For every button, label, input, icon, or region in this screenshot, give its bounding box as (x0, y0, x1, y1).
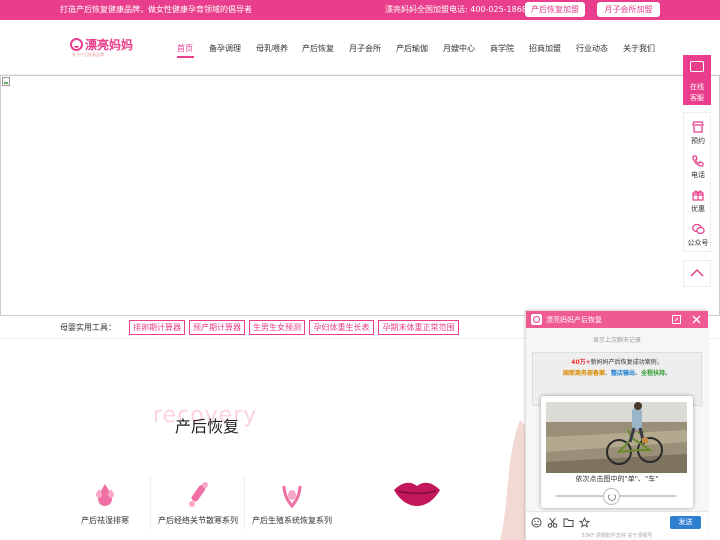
banner-image[interactable] (0, 75, 720, 316)
msg-count: 40万+ (571, 359, 591, 366)
sidebar-label: 公众号 (687, 239, 709, 247)
broken-image-icon (2, 77, 10, 86)
msg-sep: ， (656, 359, 663, 366)
service-item[interactable]: 产后生殖系统恢复系列 (251, 480, 333, 526)
scissors-icon[interactable] (547, 517, 558, 528)
tool-weight-range[interactable]: 孕期末体重正常范围 (378, 320, 459, 335)
sidebar-item-wechat[interactable]: 公众号 (684, 223, 712, 248)
nav-industry-news[interactable]: 行业动态 (576, 43, 608, 54)
join-postpartum-button[interactable]: 产后恢复加盟 (525, 2, 585, 17)
logo-mark-icon (70, 38, 83, 51)
chat-header: 漂亮妈妈产后恢复 (526, 311, 708, 328)
chat-body: 显示上次聊天记录 40万+新妈妈产后恢复成功案例， 国家商务部备案、整店输出、全… (526, 328, 708, 511)
sidebar-label: 预约 (691, 137, 705, 145)
bicycle-photo-icon (546, 402, 687, 473)
tool-ovulation-calculator[interactable]: 排卵期计算器 (129, 320, 185, 335)
phone-icon (692, 155, 704, 167)
nav-nanny-center[interactable]: 月嫂中心 (443, 43, 475, 54)
captcha-dialog: 依次点击图中的"单"、"车" (541, 396, 693, 508)
chat-toolbar: 发送 (526, 511, 708, 531)
nav-home[interactable]: 首页 (177, 43, 193, 54)
send-button[interactable]: 发送 (670, 516, 701, 529)
join-confinement-button[interactable]: 月子会所加盟 (597, 2, 660, 17)
nav-breastfeeding[interactable]: 母乳喂养 (256, 43, 288, 54)
nav-postpartum-recovery[interactable]: 产后恢复 (302, 43, 334, 54)
service-label: 产后祛湿排寒 (81, 516, 129, 525)
nav-pregnancy-prep[interactable]: 备孕调理 (209, 43, 241, 54)
logo-name: 漂亮妈妈 (85, 38, 134, 52)
chat-footer: 53KF 漂钢软件支持 关于漂钢号 (526, 531, 708, 540)
tube-icon (185, 480, 211, 510)
sidebar-actions: 预约 电话 优惠 公众号 (683, 112, 711, 252)
chat-bubble-icon (690, 61, 704, 72)
online-service-button[interactable]: 在线 客服 (683, 55, 711, 105)
header: 漂亮妈妈 关于产后恢复品牌 首页 备孕调理 母乳喂养 产后恢复 月子会所 产后瑜… (0, 20, 720, 75)
service-item[interactable]: 产后经络关节散寒系列 (157, 480, 239, 526)
online-label-1: 在线 (690, 83, 704, 91)
sidebar-label: 电话 (691, 171, 705, 179)
captcha-refresh-button[interactable] (603, 488, 620, 505)
sidebar-item-discount[interactable]: 优惠 (684, 189, 712, 214)
logo-tagline: 关于产后恢复品牌 (72, 52, 104, 57)
floating-sidebar: 在线 客服 预约 电话 优惠 公众号 (683, 55, 720, 287)
service-item[interactable]: 产后祛湿排寒 (80, 480, 130, 526)
nav-active-indicator (177, 56, 194, 58)
divider (244, 475, 245, 530)
sidebar-item-phone[interactable]: 电话 (684, 155, 712, 180)
divider (150, 475, 151, 530)
online-label-2: 客服 (690, 94, 704, 102)
sidebar-item-booking[interactable]: 预约 (684, 121, 712, 146)
service-label: 产后生殖系统恢复系列 (252, 516, 332, 525)
folder-icon[interactable] (563, 517, 574, 528)
nav-confinement-center[interactable]: 月子会所 (349, 43, 381, 54)
nav-postpartum-yoga[interactable]: 产后瑜伽 (396, 43, 428, 54)
msg-registered: 国家商务部备案 (562, 370, 605, 377)
emoji-icon[interactable] (531, 517, 542, 528)
star-icon[interactable] (579, 517, 590, 528)
tools-label: 母婴实用工具： (60, 323, 116, 332)
service-label: 产后经络关节散寒系列 (158, 516, 238, 525)
tool-due-date-calculator[interactable]: 预产期计算器 (189, 320, 245, 335)
slogan-text: 打造产后恢复健康品牌，做女性健康孕育领域的倡导者 (60, 5, 252, 14)
close-icon[interactable] (691, 314, 702, 325)
sidebar-label: 优惠 (691, 205, 705, 213)
nav-business-school[interactable]: 商学院 (490, 43, 514, 54)
chat-title: 漂亮妈妈产后恢复 (546, 316, 602, 324)
nav-franchise[interactable]: 招商加盟 (529, 43, 561, 54)
captcha-instruction: 依次点击图中的"单"、"车" (575, 475, 659, 483)
msg-end: 。 (665, 370, 672, 377)
store-icon (692, 121, 704, 133)
expand-icon[interactable] (671, 314, 682, 325)
hotline-text: 漂亮妈妈全国加盟电话: 400-025-1868 (385, 5, 527, 14)
logo[interactable]: 漂亮妈妈 关于产后恢复品牌 (70, 36, 140, 60)
tool-gender-prediction[interactable]: 生男生女预测 (249, 320, 305, 335)
pelvis-icon (279, 480, 305, 510)
chat-widget: 漂亮妈妈产后恢复 显示上次聊天记录 40万+新妈妈产后恢复成功案例， 国家商务部… (525, 310, 708, 540)
chat-avatar-icon (531, 314, 542, 325)
chevron-up-icon (690, 268, 704, 277)
section-title: 产后恢复 (175, 417, 240, 436)
nav-about-us[interactable]: 关于我们 (623, 43, 655, 54)
msg-store-export: 整店输出 (610, 370, 635, 377)
msg-cases: 新妈妈产后恢复成功案例 (590, 359, 657, 366)
wechat-icon (691, 223, 705, 235)
tool-weight-chart[interactable]: 孕妇体重生长表 (309, 320, 374, 335)
show-history-link[interactable]: 显示上次聊天记录 (526, 335, 708, 344)
top-bar: 打造产后恢复健康品牌，做女性健康孕育领域的倡导者 漂亮妈妈全国加盟电话: 400… (0, 0, 720, 20)
lips-decoration (394, 482, 440, 506)
gift-icon (692, 190, 704, 201)
back-to-top-button[interactable] (683, 260, 711, 287)
drops-icon (92, 480, 118, 510)
captcha-image[interactable] (546, 402, 687, 473)
msg-support: 全程扶持 (641, 370, 666, 377)
